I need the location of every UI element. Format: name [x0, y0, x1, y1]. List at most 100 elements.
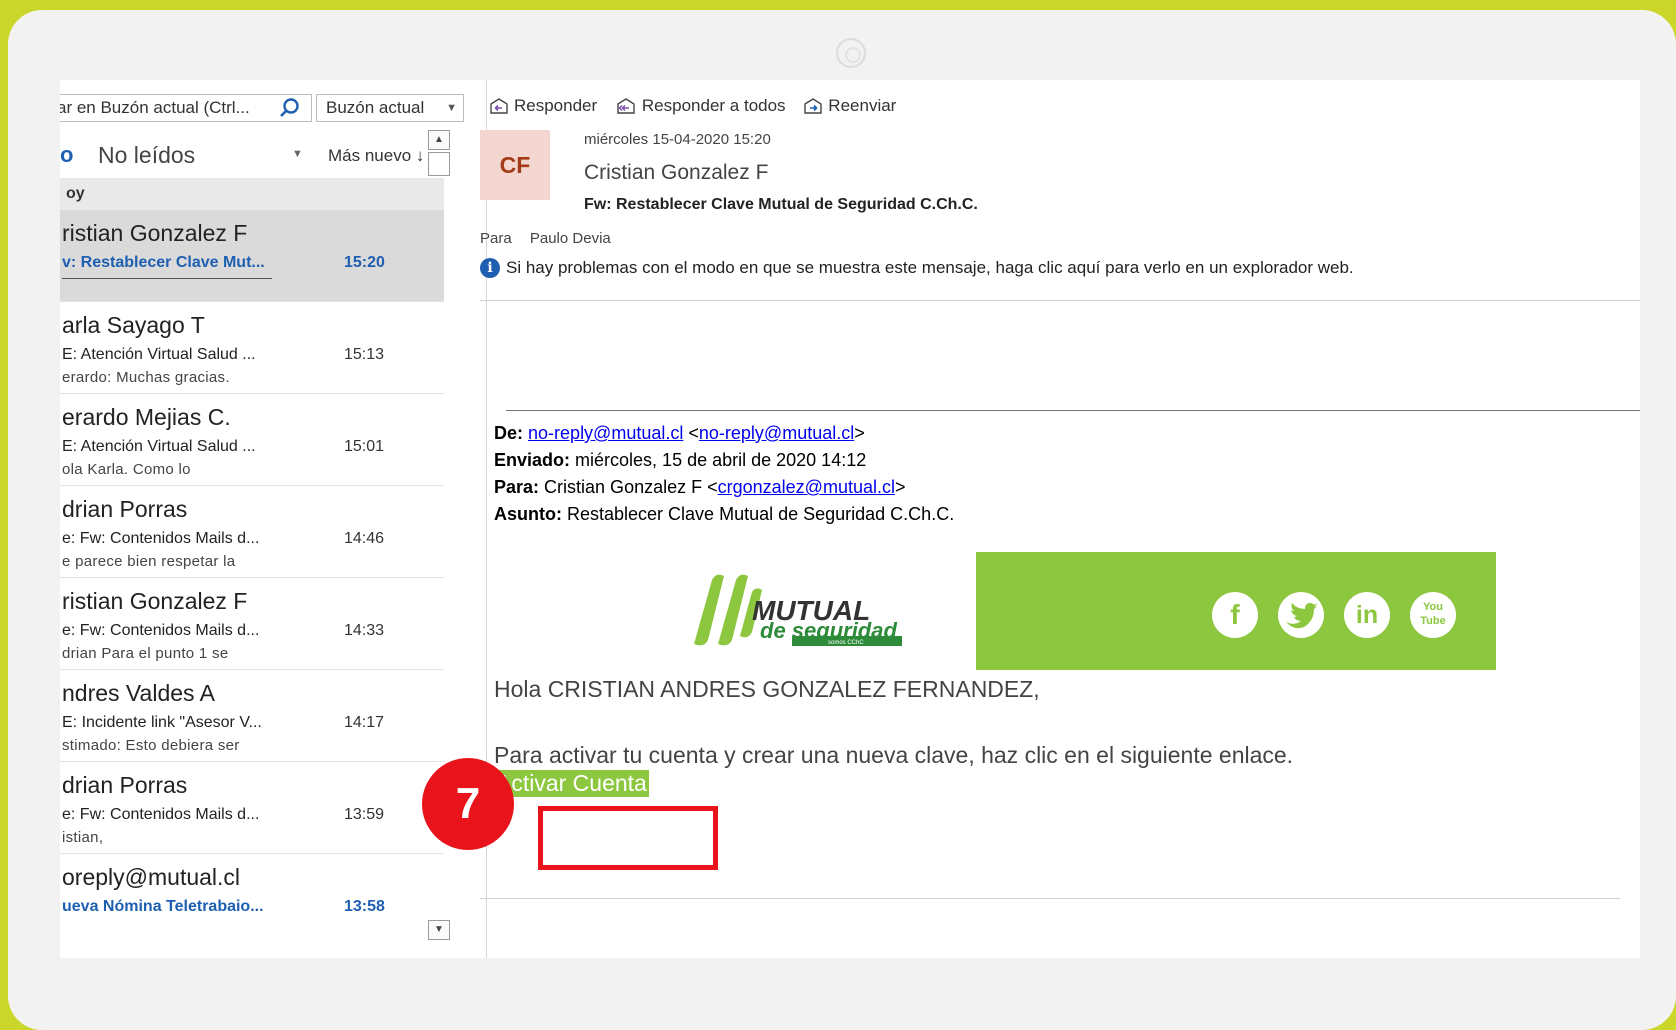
scroll-up-arrow-icon[interactable]: ▲: [428, 130, 450, 150]
fwd-subject-label: Asunto:: [494, 504, 562, 524]
fwd-subject-line: Asunto: Restablecer Clave Mutual de Segu…: [494, 501, 954, 528]
message-sender: ndres Valdes A: [62, 680, 216, 706]
list-item[interactable]: drian Porras e: Fw: Contenidos Mails d..…: [60, 762, 444, 854]
list-item[interactable]: ristian Gonzalez F v: Restablecer Clave …: [60, 210, 444, 302]
fwd-to-label: Para:: [494, 477, 540, 497]
message-time: 15:01: [344, 438, 385, 455]
filter-all-tab[interactable]: o: [60, 142, 73, 168]
filter-row: o No leídos ▼ Más nuevo ↓: [60, 142, 450, 180]
reply-icon: [490, 98, 508, 114]
youtube-text-bottom: Tube: [1420, 615, 1446, 627]
list-item[interactable]: drian Porras e: Fw: Contenidos Mails d..…: [60, 486, 444, 578]
info-bar-text: Si hay problemas con el modo en que se m…: [506, 258, 1354, 277]
message-time: 13:59: [344, 806, 385, 823]
reply-label: Responder: [514, 96, 598, 115]
divider: [480, 898, 1620, 899]
fwd-from-label: De:: [494, 423, 524, 443]
info-icon: i: [480, 258, 500, 278]
outlook-window: ar en Buzón actual (Ctrl... Buzón actual…: [60, 80, 1640, 958]
message-preview: drian Para el punto 1 se: [62, 645, 229, 662]
chevron-down-icon: ▼: [446, 102, 457, 114]
to-name[interactable]: Paulo Devia: [530, 230, 611, 247]
reply-all-label: Responder a todos: [641, 96, 786, 115]
forward-button[interactable]: Reenviar: [802, 96, 896, 116]
email-greeting: Hola CRISTIAN ANDRES GONZALEZ FERNANDEZ,: [494, 676, 1040, 702]
social-banner: f in You Tube: [976, 552, 1496, 670]
message-preview: istian,: [62, 829, 104, 846]
twitter-icon[interactable]: [1278, 592, 1324, 638]
search-scope-select[interactable]: Buzón actual ▼: [316, 94, 464, 122]
mutual-logo: MUTUAL de seguridad somos CChC: [660, 552, 980, 670]
email-subject: Fw: Restablecer Clave Mutual de Segurida…: [584, 196, 978, 213]
list-item[interactable]: ristian Gonzalez F e: Fw: Contenidos Mai…: [60, 578, 444, 670]
facebook-icon[interactable]: f: [1212, 592, 1258, 638]
email-sender-name[interactable]: Cristian Gonzalez F: [584, 161, 768, 185]
list-item[interactable]: erardo Mejias C. E: Atención Virtual Sal…: [60, 394, 444, 486]
email-body-text: Para activar tu cuenta y crear una nueva…: [494, 742, 1294, 768]
scroll-down-arrow-icon[interactable]: ▼: [428, 920, 450, 940]
email-recipients: Para Paulo Devia: [480, 230, 611, 247]
email-date: miércoles 15-04-2020 15:20: [584, 131, 771, 148]
message-preview: ola Karla. Como lo: [62, 461, 191, 478]
message-time: 13:58: [344, 898, 385, 915]
fwd-sent-label: Enviado:: [494, 450, 571, 470]
search-input[interactable]: ar en Buzón actual (Ctrl...: [60, 94, 312, 122]
message-subject: E: Atención Virtual Salud ...: [62, 438, 256, 455]
fwd-sent-line: Enviado: miércoles, 15 de abril de 2020 …: [494, 447, 954, 474]
group-header-today[interactable]: oy: [60, 178, 444, 210]
message-preview: stimado: Esto debiera ser: [62, 737, 240, 754]
message-time: 14:46: [344, 530, 385, 547]
fwd-to-link[interactable]: crgonzalez@mutual.cl: [718, 477, 895, 497]
message-subject: E: Atención Virtual Salud ...: [62, 346, 256, 363]
fwd-subject-value: Restablecer Clave Mutual de Seguridad C.…: [567, 504, 955, 524]
fwd-to-line: Para: Cristian Gonzalez F <crgonzalez@mu…: [494, 477, 906, 497]
fwd-from-line: De: no-reply@mutual.cl <no-reply@mutual.…: [494, 423, 865, 443]
linkedin-icon[interactable]: in: [1344, 592, 1390, 638]
to-label: Para: [480, 230, 512, 247]
list-item[interactable]: arla Sayago T E: Atención Virtual Salud …: [60, 302, 444, 394]
forward-icon: [804, 98, 822, 114]
fwd-sent-value: miércoles, 15 de abril de 2020 14:12: [575, 450, 867, 470]
filter-unread-tab[interactable]: No leídos: [98, 142, 195, 169]
message-time: 14:33: [344, 622, 385, 639]
message-subject: e: Fw: Contenidos Mails d...: [62, 622, 260, 639]
message-sender: arla Sayago T: [62, 312, 205, 338]
tablet-frame: ar en Buzón actual (Ctrl... Buzón actual…: [8, 10, 1676, 1030]
list-item[interactable]: ndres Valdes A E: Incidente link "Asesor…: [60, 670, 444, 762]
youtube-text-top: You: [1423, 601, 1443, 613]
youtube-icon[interactable]: You Tube: [1410, 592, 1456, 638]
message-subject: e: Fw: Contenidos Mails d...: [62, 530, 260, 547]
message-actions: Responder Responder a todos Reenviar: [488, 96, 908, 120]
message-sender: ristian Gonzalez F: [62, 220, 248, 246]
fwd-from-link[interactable]: no-reply@mutual.cl: [528, 423, 683, 443]
chevron-down-icon[interactable]: ▼: [292, 148, 303, 160]
sort-dropdown[interactable]: Más nuevo ↓: [328, 146, 424, 166]
reply-all-button[interactable]: Responder a todos: [614, 96, 786, 116]
message-subject: ueva Nómina Teletrabaio...: [62, 898, 264, 915]
scrollbar-thumb[interactable]: [428, 152, 450, 176]
activate-account-link[interactable]: Activar Cuenta: [494, 770, 649, 797]
list-item[interactable]: oreply@mutual.cl ueva Nómina Teletrabaio…: [60, 854, 444, 946]
highlight-box: [538, 806, 718, 870]
divider: [480, 300, 1640, 301]
fwd-from-link-2[interactable]: no-reply@mutual.cl: [699, 423, 854, 443]
twitter-bird: [1286, 603, 1317, 629]
mutual-logo-mark: MUTUAL de seguridad somos CChC: [694, 574, 902, 646]
logo-tag: somos CChC: [828, 640, 864, 646]
avatar: CF: [480, 130, 550, 200]
search-icon[interactable]: [278, 96, 302, 120]
reply-all-icon: [617, 98, 635, 114]
reply-button[interactable]: Responder: [488, 96, 597, 116]
fwd-to-name: Cristian Gonzalez F: [544, 477, 703, 497]
info-bar[interactable]: i Si hay problemas con el modo en que se…: [480, 258, 1354, 278]
message-sender: ristian Gonzalez F: [62, 588, 248, 614]
message-preview: e parece bien respetar la: [62, 553, 236, 570]
message-preview: erardo: Muchas gracias.: [62, 369, 230, 386]
message-time: 15:13: [344, 346, 385, 363]
divider: [506, 410, 1640, 411]
message-sender: erardo Mejias C.: [62, 404, 231, 430]
message-time: 14:17: [344, 714, 385, 731]
message-sender: drian Porras: [62, 496, 188, 522]
message-list-pane: ar en Buzón actual (Ctrl... Buzón actual…: [60, 80, 487, 958]
camera-icon: [836, 38, 866, 68]
